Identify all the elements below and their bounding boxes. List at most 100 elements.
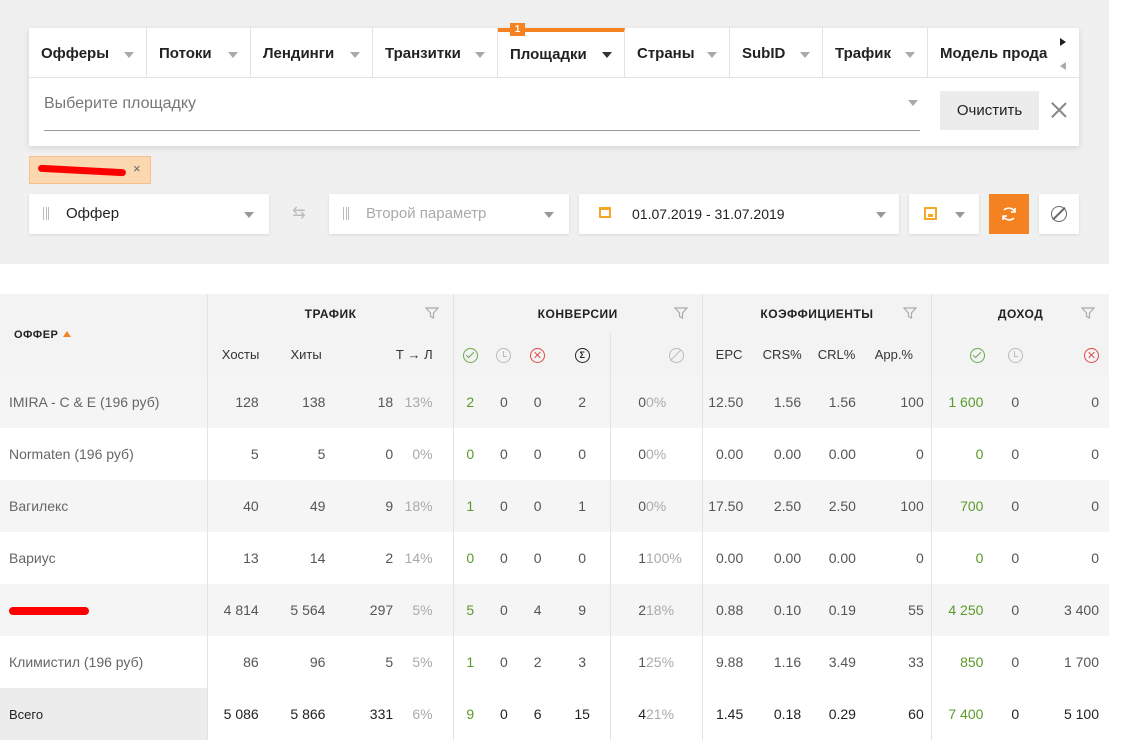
second-param-select[interactable]: Второй параметр [329, 194, 569, 234]
income-approved-header[interactable] [931, 333, 998, 376]
conv-blocked-header[interactable] [609, 333, 703, 376]
block-icon [1051, 206, 1067, 222]
tab-transits[interactable]: Транзитки [373, 28, 498, 77]
filter-icon[interactable] [673, 307, 688, 319]
offer-name-cell[interactable]: Климистил (196 руб) [0, 636, 209, 688]
tab-bar: Офферы Потоки Лендинги Транзитки Площадк… [29, 28, 1050, 78]
offer-name-cell[interactable]: Вариус [0, 532, 209, 584]
drag-handle-icon[interactable] [343, 207, 349, 220]
hits-header[interactable]: Хиты [272, 333, 340, 376]
chevron-down-icon [228, 52, 238, 58]
table-row[interactable]: Вариус 13 14 2 14% 0 0 0 0 1 100% 0.00 0.00 0.00 0 0 0 0 [0, 532, 1109, 584]
offer-name-cell[interactable]: Normaten (196 руб) [0, 428, 209, 480]
crs-cell: 2.50 [755, 480, 810, 532]
tab-label: Площадки [510, 46, 587, 63]
scroll-left-icon[interactable] [1060, 62, 1066, 70]
crs-header[interactable]: CRS% [755, 333, 810, 376]
income-rejected-header[interactable] [1033, 333, 1109, 376]
table-row[interactable]: Климистил (196 руб) 86 96 5 5% 1 0 2 3 1 25% 9.88 1.… [0, 636, 1109, 688]
c-sum-cell: 15 [554, 688, 611, 740]
chevron-down-icon [350, 52, 360, 58]
offer-name-cell[interactable] [0, 584, 209, 636]
table-row[interactable]: Вагилекс 40 49 9 18% 1 0 0 1 0 0% 17.50 2.50 2.50 100 7… [0, 480, 1109, 532]
tab-sales-model[interactable]: Модель прода [928, 28, 1050, 77]
tab-landings[interactable]: Лендинги [251, 28, 373, 77]
hosts-cell: 128 [207, 376, 273, 428]
tab-countries[interactable]: Страны [625, 28, 730, 77]
table-row[interactable]: Normaten (196 руб) 5 5 0 0% 0 0 0 0 0 0% 0.00 0.00 0.… [0, 428, 1109, 480]
app-header[interactable]: App.% [863, 333, 924, 376]
coefficients-label: КОЭФФИЦИЕНТЫ [760, 306, 874, 321]
close-icon[interactable] [1051, 102, 1067, 118]
chevron-down-icon [955, 212, 965, 218]
tab-label: Транзитки [385, 45, 461, 62]
conv-rejected-header[interactable] [520, 333, 555, 376]
group-param-select[interactable]: Оффер [29, 194, 269, 234]
c-wait-cell: 0 [486, 584, 521, 636]
tl-pct-cell: 5% [412, 654, 433, 670]
save-preset-button[interactable] [909, 194, 979, 234]
conv-pending-header[interactable] [486, 333, 521, 376]
filter-icon[interactable] [903, 307, 918, 319]
filter-panel: Офферы Потоки Лендинги Транзитки Площадк… [29, 28, 1079, 146]
chip-remove-icon[interactable]: × [133, 161, 141, 176]
date-range-picker[interactable]: 01.07.2019 - 31.07.2019 [579, 194, 899, 234]
conv-total-header[interactable]: Σ [554, 333, 611, 376]
income-group-header: ДОХОД [931, 294, 1109, 333]
i-ok-cell: 0 [931, 428, 998, 480]
refresh-button[interactable] [989, 194, 1029, 234]
c-sum-cell: 0 [578, 446, 587, 462]
spacer [923, 333, 932, 376]
tab-traffic[interactable]: Трафик [823, 28, 928, 77]
c-wait-cell: 0 [499, 654, 508, 670]
hosts-header[interactable]: Хосты [207, 333, 273, 376]
clear-button[interactable]: Очистить [940, 91, 1039, 130]
table-row[interactable]: 4 814 5 564 297 5% 5 0 4 9 2 18% 0.88 0.10 0.19 55 4 2… [0, 584, 1109, 636]
scroll-right-icon[interactable] [1060, 38, 1066, 46]
offer-name-cell[interactable]: IMIRA - С & Е (196 руб) [0, 376, 209, 428]
crs-cell: 0.00 [773, 550, 802, 566]
table-row[interactable]: IMIRA - С & Е (196 руб) 128 138 18 13% 2 0 0 2 0 0… [0, 376, 1109, 428]
hosts-cell: 86 [243, 654, 259, 670]
crl-cell: 2.50 [809, 480, 864, 532]
offer-column-header[interactable]: ОФФЕР [0, 294, 208, 376]
hits-cell: 5 564 [272, 584, 340, 636]
i-no-cell: 0 [1033, 376, 1109, 428]
i-ok-cell: 850 [931, 636, 998, 688]
check-circle-icon [462, 347, 478, 363]
income-pending-header[interactable] [997, 333, 1034, 376]
c-wait-cell: 0 [486, 480, 521, 532]
placement-select[interactable]: Выберите площадку [44, 90, 920, 131]
i-no-cell: 0 [1091, 550, 1099, 566]
total-row[interactable]: Всего 5 086 5 866 331 6% 9 0 6 15 4 21% 1.45 0.18 0.2… [0, 688, 1109, 740]
i-wait-cell: 0 [997, 376, 1034, 428]
swap-icon[interactable]: ⇆ [291, 206, 307, 222]
c-blk-pct-cell: 0% [646, 376, 703, 428]
c-ok-cell: 0 [452, 532, 487, 584]
tl-header[interactable]: Т → Л [339, 333, 454, 376]
i-wait-cell: 0 [997, 480, 1034, 532]
c-wait-cell: 0 [486, 376, 521, 428]
filter-icon[interactable] [424, 307, 439, 319]
crl-cell: 1.56 [809, 376, 864, 428]
offer-name-cell[interactable]: Вагилекс [0, 480, 209, 532]
crl-header[interactable]: CRL% [809, 333, 864, 376]
tab-offers[interactable]: Офферы [29, 28, 147, 77]
check-circle-icon [970, 347, 986, 363]
tab-count-badge: 1 [510, 23, 525, 36]
crs-cell: 0.18 [755, 688, 810, 740]
tab-subid[interactable]: SubID [730, 28, 823, 77]
drag-handle-icon[interactable] [43, 207, 49, 220]
tl-cell: 18 [339, 376, 402, 428]
filter-icon[interactable] [1081, 307, 1095, 319]
traffic-group-header: ТРАФИК [207, 294, 454, 333]
c-blk-pct-cell: 100% [646, 550, 682, 566]
tab-label: SubID [742, 45, 786, 62]
sum-icon: Σ [574, 347, 590, 363]
tab-streams[interactable]: Потоки [147, 28, 251, 77]
reset-button[interactable] [1039, 194, 1079, 234]
epc-header[interactable]: EPC [701, 333, 756, 376]
chevron-down-icon [800, 52, 810, 58]
chevron-down-icon [908, 100, 918, 106]
conv-approved-header[interactable] [452, 333, 487, 376]
